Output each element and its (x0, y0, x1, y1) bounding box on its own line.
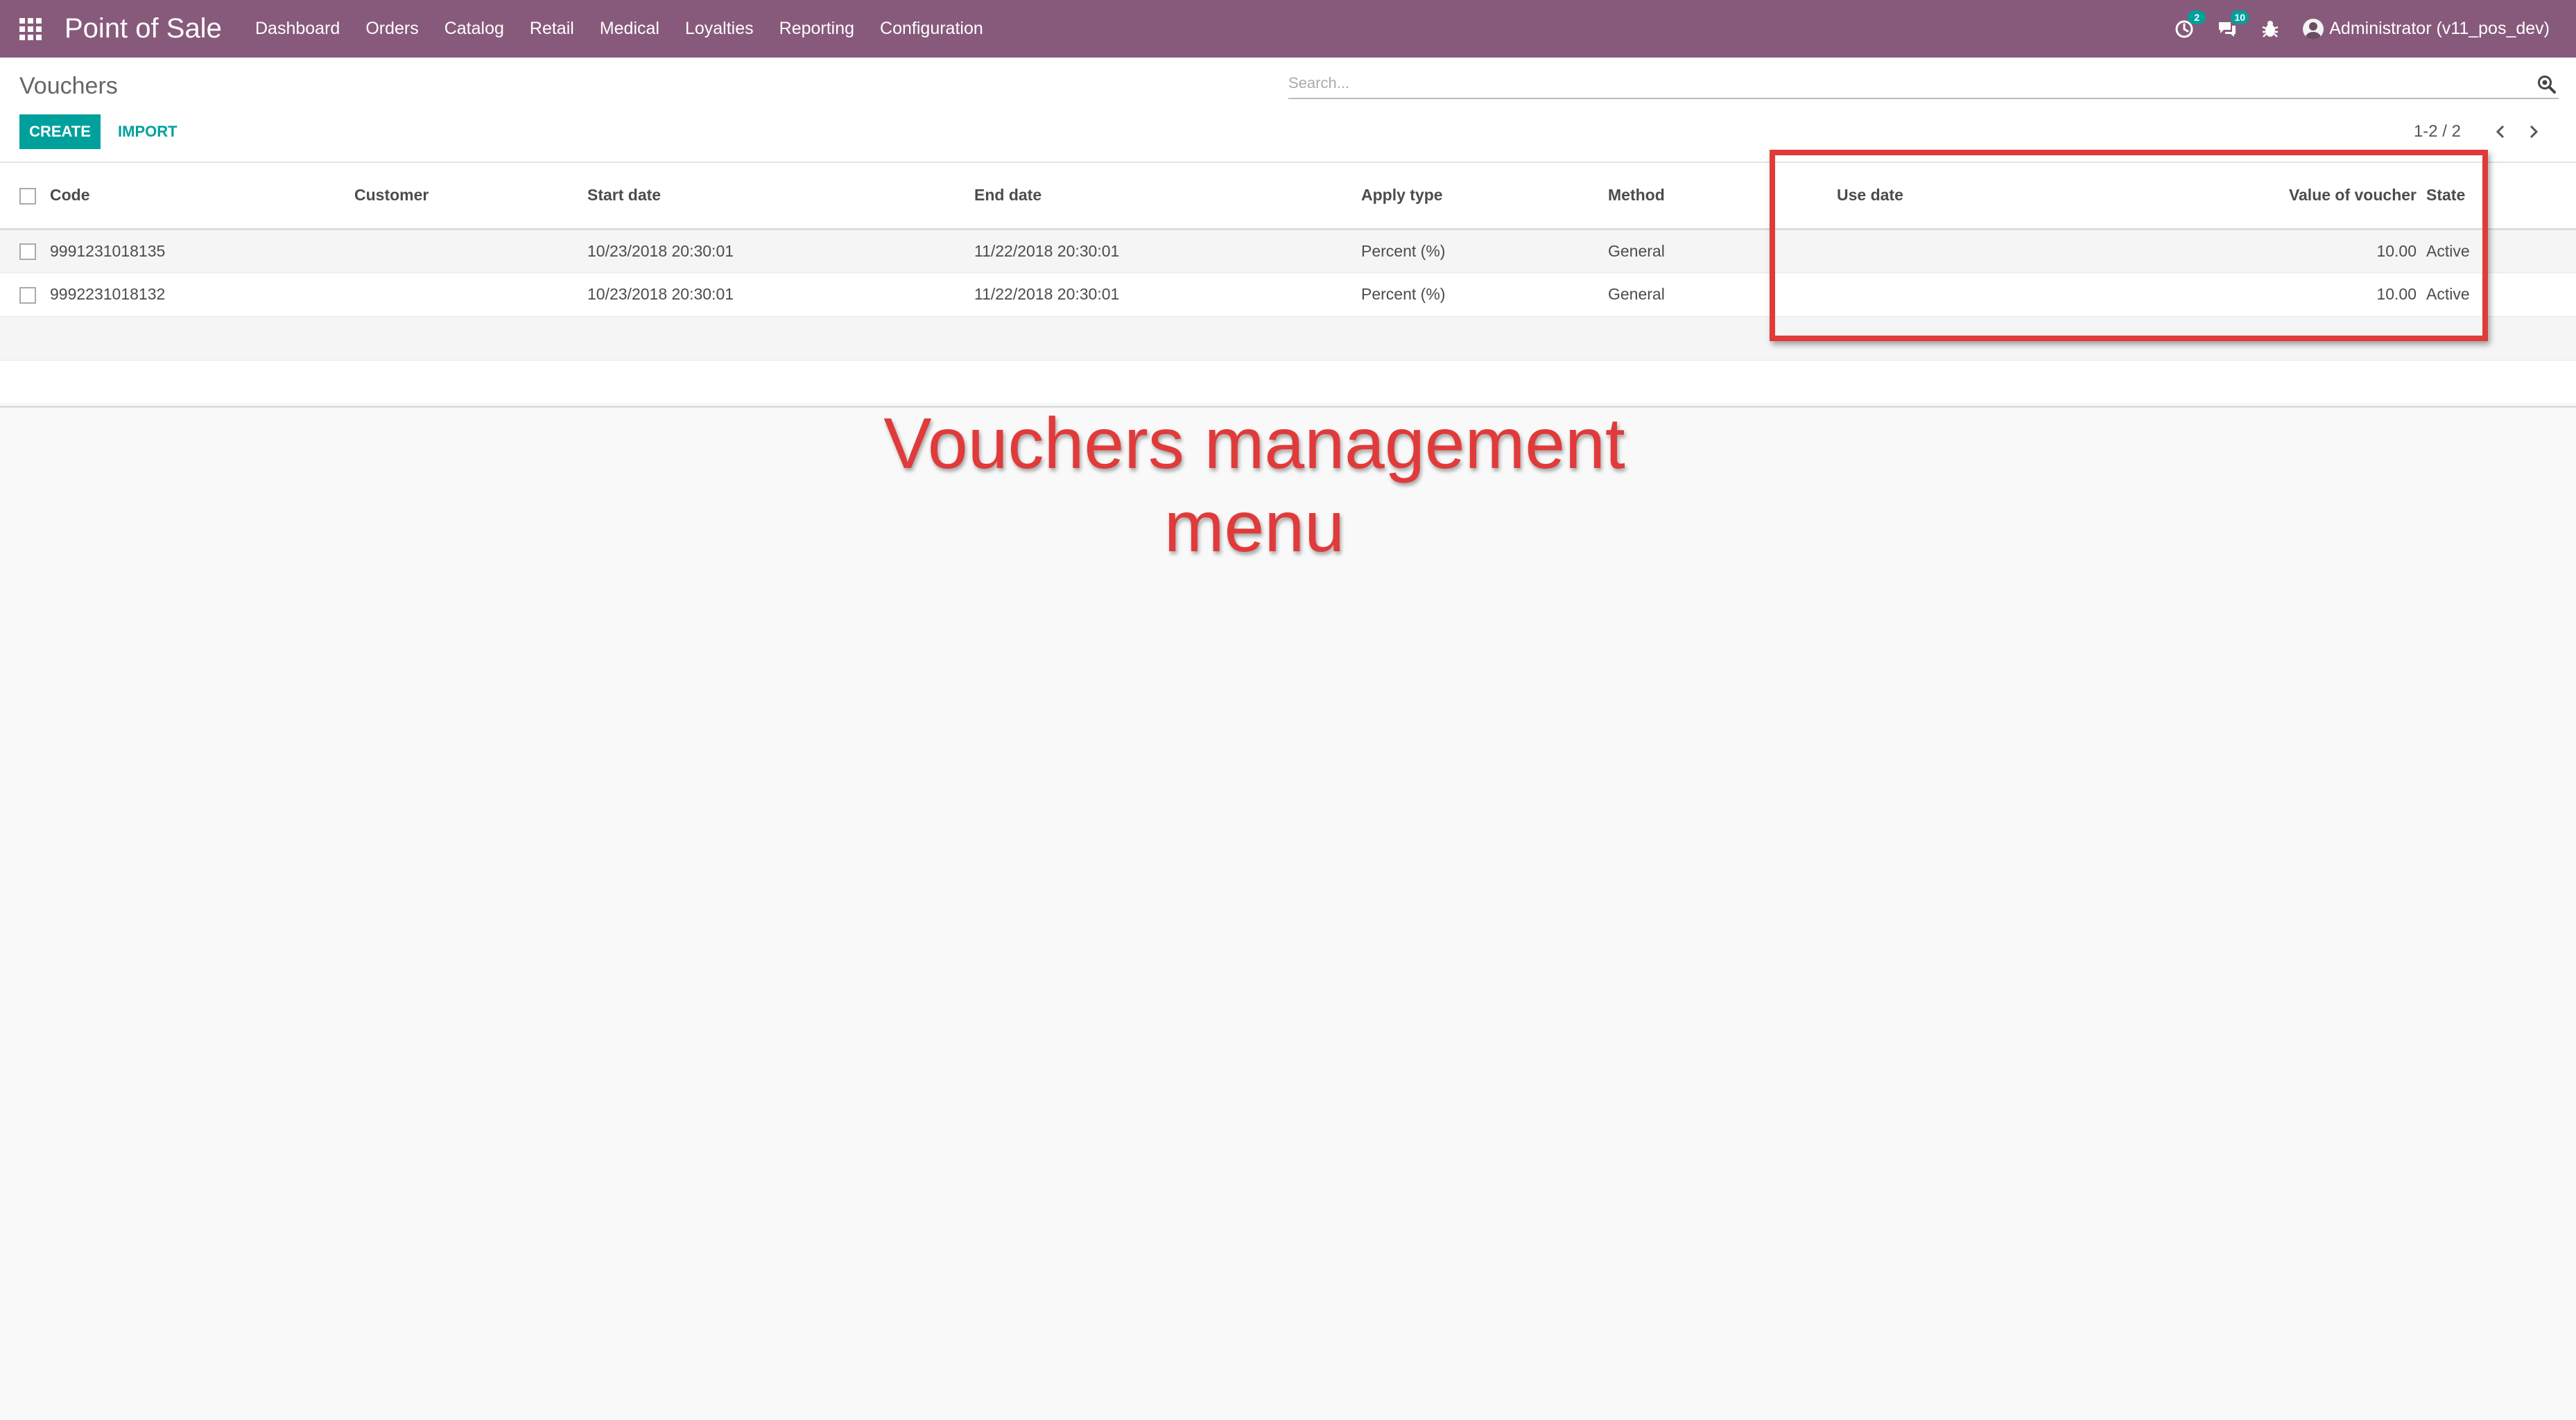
empty-row (0, 360, 2576, 404)
vouchers-table: Code Customer Start date End date Apply … (0, 163, 2576, 404)
previous-page-icon[interactable] (2493, 123, 2509, 140)
cell-customer (354, 272, 587, 316)
main-menu: Dashboard Orders Catalog Retail Medical … (255, 0, 1009, 58)
menu-item-orders[interactable]: Orders (365, 19, 418, 39)
menu-item-medical[interactable]: Medical (600, 19, 659, 39)
messages-icon[interactable]: 10 (2217, 10, 2249, 40)
row-checkbox[interactable] (19, 243, 36, 261)
column-header-method[interactable]: Method (1608, 163, 1806, 229)
empty-row (0, 316, 2576, 360)
systray: 2 10 Administrator (v11_pos_dev) (2174, 0, 2550, 58)
messages-badge: 10 (2231, 10, 2249, 24)
cell-apply-type: Percent (%) (1361, 285, 1446, 303)
top-navbar: Point of Sale Dashboard Orders Catalog R… (0, 0, 2576, 58)
cell-state: Active (2426, 241, 2470, 260)
select-all-cell (0, 163, 50, 229)
table-row[interactable]: 9992231018132 10/23/2018 20:30:01 11/22/… (0, 272, 2576, 316)
row-checkbox[interactable] (19, 286, 36, 304)
vouchers-list: Code Customer Start date End date Apply … (0, 163, 2576, 408)
cell-end-date: 11/22/2018 20:30:01 (974, 285, 1120, 303)
menu-item-dashboard[interactable]: Dashboard (255, 19, 340, 39)
cell-use-date (1806, 272, 2195, 316)
activity-badge: 2 (2188, 10, 2206, 24)
search-input[interactable] (1288, 73, 2509, 94)
column-header-code[interactable]: Code (50, 163, 354, 229)
cell-customer (354, 229, 587, 272)
search-box (1288, 73, 2559, 99)
cell-method: General (1608, 285, 1665, 303)
cell-value: 10.00 (2376, 285, 2417, 303)
column-header-apply-type[interactable]: Apply type (1361, 163, 1608, 229)
column-header-state[interactable]: State (2426, 163, 2576, 229)
pager-value[interactable]: 1-2 / 2 (2414, 122, 2461, 141)
create-button[interactable]: CREATE (19, 114, 101, 149)
debug-bug-icon[interactable] (2260, 19, 2281, 40)
cell-value: 10.00 (2376, 241, 2417, 260)
cell-start-date: 10/23/2018 20:30:01 (587, 285, 734, 303)
cell-use-date (1806, 229, 2195, 272)
row-select-cell (0, 229, 50, 272)
row-select-cell (0, 272, 50, 316)
column-header-end-date[interactable]: End date (974, 163, 1361, 229)
cell-code: 9991231018135 (50, 241, 166, 260)
select-all-checkbox[interactable] (19, 188, 36, 205)
control-panel: Vouchers CREATE IMPORT 1-2 / 2 (0, 58, 2576, 163)
search-icon[interactable] (2536, 74, 2557, 95)
user-avatar (2303, 18, 2324, 40)
page-title: Vouchers (19, 73, 118, 99)
annotation-line-1: Vouchers management (883, 404, 1625, 484)
app-title[interactable]: Point of Sale (64, 12, 222, 45)
menu-item-catalog[interactable]: Catalog (444, 19, 504, 39)
cell-apply-type: Percent (%) (1361, 241, 1446, 260)
cell-method: General (1608, 241, 1665, 260)
column-header-customer[interactable]: Customer (354, 163, 587, 229)
cell-code: 9992231018132 (50, 285, 166, 303)
cell-start-date: 10/23/2018 20:30:01 (587, 241, 734, 260)
next-page-icon[interactable] (2525, 123, 2541, 140)
cell-end-date: 11/22/2018 20:30:01 (974, 241, 1120, 260)
annotation-line-2: menu (1164, 487, 1345, 567)
pager: 1-2 / 2 (2414, 114, 2541, 149)
menu-item-retail[interactable]: Retail (530, 19, 574, 39)
menu-item-configuration[interactable]: Configuration (880, 19, 983, 39)
apps-grid-icon[interactable] (19, 18, 42, 40)
user-menu[interactable]: Administrator (v11_pos_dev) (2303, 18, 2550, 40)
user-name: Administrator (v11_pos_dev) (2329, 19, 2550, 38)
cell-state: Active (2426, 285, 2470, 303)
table-header-row: Code Customer Start date End date Apply … (0, 163, 2576, 229)
column-header-start-date[interactable]: Start date (587, 163, 974, 229)
annotation-text: Vouchers management menu (797, 402, 1711, 569)
import-button[interactable]: IMPORT (110, 114, 186, 149)
menu-item-reporting[interactable]: Reporting (779, 19, 854, 39)
column-header-use-date[interactable]: Use date (1806, 163, 2195, 229)
table-row[interactable]: 9991231018135 10/23/2018 20:30:01 11/22/… (0, 229, 2576, 272)
column-header-value[interactable]: Value of voucher (2195, 163, 2426, 229)
activity-clock-icon[interactable]: 2 (2174, 10, 2206, 40)
menu-item-loyalties[interactable]: Loyalties (685, 19, 754, 39)
